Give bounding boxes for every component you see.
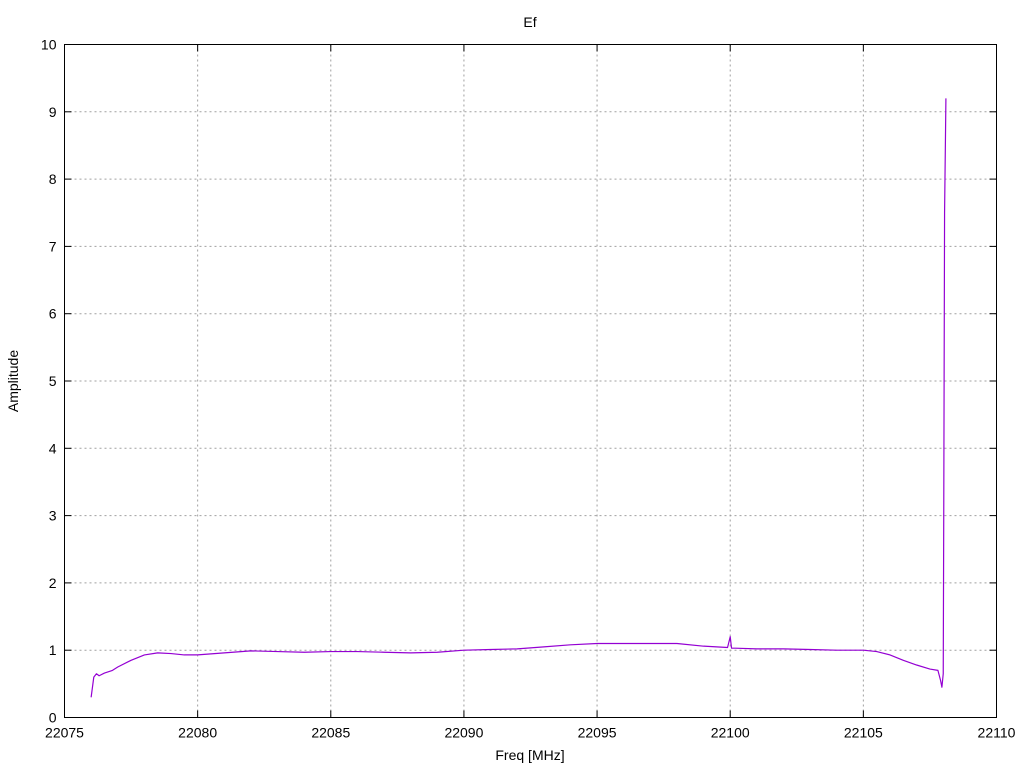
x-tick-label: 22100 (711, 725, 750, 741)
y-tick-label: 0 (49, 710, 57, 726)
y-tick-label: 3 (49, 508, 57, 524)
x-tick-label: 22080 (178, 725, 217, 741)
series-line (90, 98, 947, 698)
chart-title: Ef (523, 14, 536, 30)
y-tick-label: 5 (49, 373, 57, 389)
x-tick-label: 22075 (45, 725, 84, 741)
y-tick-label: 7 (49, 238, 57, 254)
y-tick-label: 1 (49, 642, 57, 658)
x-axis-title: Freq [MHz] (495, 747, 564, 763)
x-tick-label: 22105 (844, 725, 883, 741)
y-tick-label: 2 (49, 575, 57, 591)
y-tick-label: 4 (49, 440, 57, 456)
y-tick-label: 8 (49, 171, 57, 187)
x-tick-label: 22085 (311, 725, 350, 741)
x-tick-label: 22110 (978, 725, 1016, 741)
y-tick-label: 10 (41, 37, 57, 53)
y-tick-label: 9 (49, 104, 57, 120)
x-tick-label: 22095 (578, 725, 617, 741)
y-axis-title: Amplitude (5, 350, 21, 412)
series-group (90, 98, 947, 698)
chart: Ef Freq [MHz] Amplitude 22075 22080 22085 2… (5, 14, 1016, 763)
x-tick-label: 22090 (444, 725, 483, 741)
x-tick-labels: 22075 22080 22085 22090 22095 22100 22105 22110 (45, 725, 1016, 741)
y-tick-label: 6 (49, 306, 57, 322)
y-tick-labels: 0 1 2 3 4 5 6 7 8 9 10 (41, 37, 57, 726)
grid (64, 44, 997, 718)
